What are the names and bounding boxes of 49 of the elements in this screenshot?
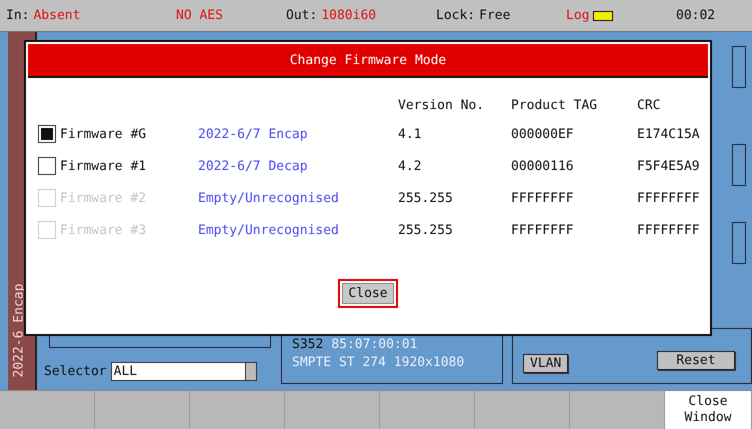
version-cell: 4.1 <box>398 126 422 142</box>
status-label: Lock: <box>436 8 476 23</box>
selector-dropdown[interactable]: ALL <box>110 362 257 381</box>
status-value: 00:02 <box>676 8 716 23</box>
selector-label: Selector <box>44 364 107 379</box>
status-value: NO AES <box>176 8 223 23</box>
softkey[interactable]: Close Window <box>665 391 752 429</box>
tag-cell: FFFFFFFF <box>511 190 574 206</box>
side-tab-label[interactable]: 2022-6 Encap <box>12 268 26 378</box>
crc-cell: FFFFFFFF <box>637 222 700 238</box>
firmware-label: Firmware #1 <box>60 158 146 174</box>
firmware-name: Empty/Unrecognised <box>198 222 339 238</box>
crc-cell: E174C15A <box>637 126 700 142</box>
close-button[interactable]: Close <box>338 279 398 308</box>
version-cell: 255.255 <box>398 222 453 238</box>
tag-cell: 000000EF <box>511 126 574 142</box>
status-label: Out: <box>286 8 318 23</box>
panel-edge <box>732 222 746 264</box>
crc-cell: FFFFFFFF <box>637 190 700 206</box>
status-value: Absent <box>33 8 80 23</box>
reset-button[interactable]: Reset <box>657 351 735 370</box>
firmware-label: Firmware #2 <box>60 190 146 206</box>
version-cell: 4.2 <box>398 158 422 174</box>
checkbox[interactable] <box>38 125 56 143</box>
firmware-name: 2022-6/7 Encap <box>198 126 308 142</box>
tag-cell: FFFFFFFF <box>511 222 574 238</box>
column-header: Product TAG <box>511 98 598 112</box>
status-label: In: <box>6 8 30 23</box>
firmware-name: 2022-6/7 Decap <box>198 158 308 174</box>
format-value: SMPTE ST 274 1920x1080 <box>292 355 466 370</box>
status-value: Free <box>479 8 510 23</box>
vlan-button[interactable]: VLAN <box>523 354 568 373</box>
dialog-title: Change Firmware Mode <box>28 44 708 78</box>
panel-edge <box>732 144 746 186</box>
panel-edge <box>732 46 746 88</box>
checkbox[interactable] <box>38 157 56 175</box>
firmware-label: Firmware #G <box>60 126 146 142</box>
firmware-name: Empty/Unrecognised <box>198 190 339 206</box>
column-header: Version No. <box>398 98 484 112</box>
column-header: CRC <box>637 98 660 112</box>
version-cell: 255.255 <box>398 190 453 206</box>
battery-icon <box>593 10 614 20</box>
status-value: Log <box>566 8 590 23</box>
firmware-label: Firmware #3 <box>60 222 146 238</box>
stream-label: S352 <box>292 337 324 352</box>
crc-cell: F5F4E5A9 <box>637 158 700 174</box>
status-value: 1080i60 <box>321 8 376 23</box>
tag-cell: 00000116 <box>511 158 574 174</box>
timecode-value: 85:07:00:01 <box>331 337 418 352</box>
